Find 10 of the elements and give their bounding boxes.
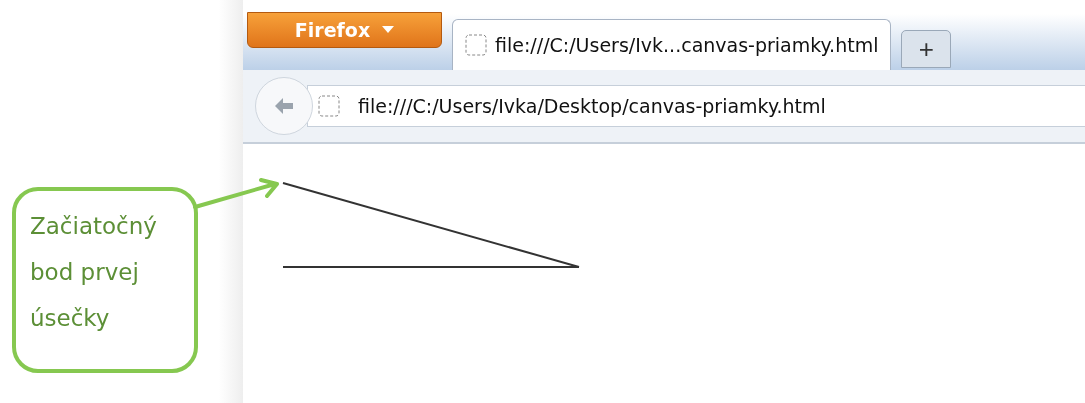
back-arrow-icon [274,97,294,115]
url-text: file:///C:/Users/Ivka/Desktop/canvas-priamky.html [358,95,826,117]
address-field[interactable]: file:///C:/Users/Ivka/Desktop/canvas-priamky.html [307,85,1085,127]
caret-icon [382,26,395,34]
new-tab-button[interactable]: + [901,30,952,68]
tab-title: file:///C:/Users/Ivk...canvas-priamky.html [495,34,879,56]
page-icon [318,95,340,117]
browser-tab[interactable]: file:///C:/Users/Ivk...canvas-priamky.html [452,19,892,70]
page-icon [465,34,487,56]
callout-note: Začiatočný bod prvej úsečky [12,187,198,373]
